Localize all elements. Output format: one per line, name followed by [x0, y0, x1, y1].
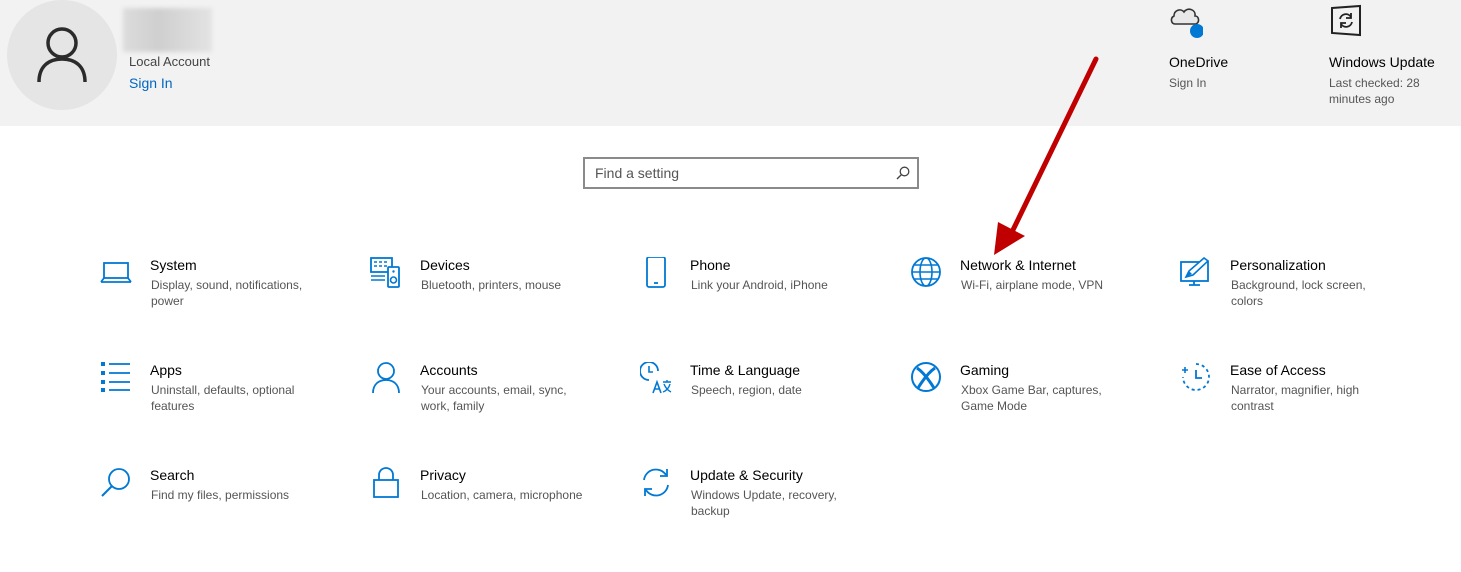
- category-ease-of-access[interactable]: Ease of Access Narrator, magnifier, high…: [1180, 362, 1430, 432]
- category-gaming[interactable]: Gaming Xbox Game Bar, captures, Game Mod…: [910, 362, 1160, 432]
- personalization-icon: [1180, 256, 1212, 289]
- category-title: Apps: [150, 362, 182, 378]
- onedrive-item[interactable]: OneDrive Sign In: [1169, 0, 1289, 120]
- laptop-icon: [100, 257, 132, 289]
- category-description: Windows Update, recovery, backup: [691, 488, 837, 518]
- search-icon: [100, 467, 132, 499]
- category-description: Wi-Fi, airplane mode, VPN: [961, 278, 1104, 292]
- update-icon: [1331, 4, 1361, 37]
- category-title: Devices: [420, 257, 470, 273]
- category-description: Your accounts, email, sync, work, family: [421, 383, 567, 413]
- globe-icon: [910, 257, 942, 289]
- category-update-security[interactable]: Update & Security Windows Update, recove…: [640, 467, 890, 537]
- category-title: Ease of Access: [1230, 362, 1326, 378]
- category-personalization[interactable]: Personalization Background, lock screen,…: [1180, 256, 1430, 327]
- category-title: Personalization: [1230, 257, 1326, 273]
- magnifier-icon[interactable]: [896, 166, 910, 180]
- category-description: Narrator, magnifier, high contrast: [1231, 383, 1360, 413]
- category-title: Time & Language: [690, 362, 800, 378]
- onedrive-title: OneDrive: [1169, 54, 1229, 70]
- category-title: Accounts: [420, 362, 478, 378]
- category-apps[interactable]: Apps Uninstall, defaults, optional featu…: [100, 362, 350, 432]
- xbox-icon: [910, 362, 942, 394]
- windows-update-item[interactable]: Windows Update Last checked: 28 minutes …: [1329, 0, 1454, 120]
- sync-icon: [640, 467, 672, 499]
- category-title: Search: [150, 467, 195, 483]
- search-input[interactable]: [585, 159, 917, 187]
- category-description: Xbox Game Bar, captures, Game Mode: [961, 383, 1102, 413]
- category-title: System: [150, 257, 197, 273]
- category-search[interactable]: Search Find my files, permissions: [100, 467, 350, 537]
- devices-icon: [370, 257, 402, 289]
- account-header: Local Account Sign In OneDrive Sign In W…: [0, 0, 1461, 126]
- windows-update-subtitle: Last checked: 28 minutes ago: [1329, 76, 1420, 106]
- category-devices[interactable]: Devices Bluetooth, printers, mouse: [370, 257, 620, 327]
- apps-list-icon: [100, 362, 132, 394]
- person-icon: [370, 362, 402, 394]
- category-description: Background, lock screen, colors: [1231, 278, 1366, 308]
- lock-icon: [370, 467, 402, 499]
- category-accounts[interactable]: Accounts Your accounts, email, sync, wor…: [370, 362, 620, 432]
- account-type-label: Local Account: [129, 54, 210, 69]
- user-avatar-icon: [37, 27, 87, 83]
- category-privacy[interactable]: Privacy Location, camera, microphone: [370, 467, 620, 537]
- category-time-language[interactable]: Time & Language Speech, region, date: [639, 361, 890, 432]
- onedrive-subtitle: Sign In: [1169, 76, 1207, 90]
- avatar[interactable]: [7, 0, 117, 110]
- category-description: Location, camera, microphone: [421, 488, 583, 502]
- cloud-icon: [1170, 8, 1203, 38]
- category-title: Update & Security: [690, 467, 803, 483]
- category-phone[interactable]: Phone Link your Android, iPhone: [640, 256, 890, 327]
- time-language-icon: [639, 361, 672, 394]
- phone-icon: [640, 256, 672, 289]
- category-description: Display, sound, notifications, power: [151, 278, 303, 308]
- category-description: Uninstall, defaults, optional features: [151, 383, 295, 413]
- category-title: Network & Internet: [960, 257, 1076, 273]
- category-description: Bluetooth, printers, mouse: [421, 278, 562, 292]
- category-title: Gaming: [960, 362, 1010, 378]
- category-description: Find my files, permissions: [151, 488, 290, 502]
- sign-in-link[interactable]: Sign In: [129, 75, 173, 91]
- category-description: Speech, region, date: [691, 383, 802, 397]
- category-network-internet[interactable]: Network & Internet Wi-Fi, airplane mode,…: [910, 257, 1160, 327]
- windows-update-title: Windows Update: [1329, 54, 1435, 70]
- ease-of-access-icon: [1180, 362, 1212, 394]
- category-title: Phone: [690, 257, 731, 273]
- find-setting-search: [583, 157, 919, 189]
- account-name-redacted: [123, 8, 212, 52]
- category-description: Link your Android, iPhone: [691, 278, 828, 292]
- category-system[interactable]: System Display, sound, notifications, po…: [100, 257, 350, 327]
- category-title: Privacy: [420, 467, 466, 483]
